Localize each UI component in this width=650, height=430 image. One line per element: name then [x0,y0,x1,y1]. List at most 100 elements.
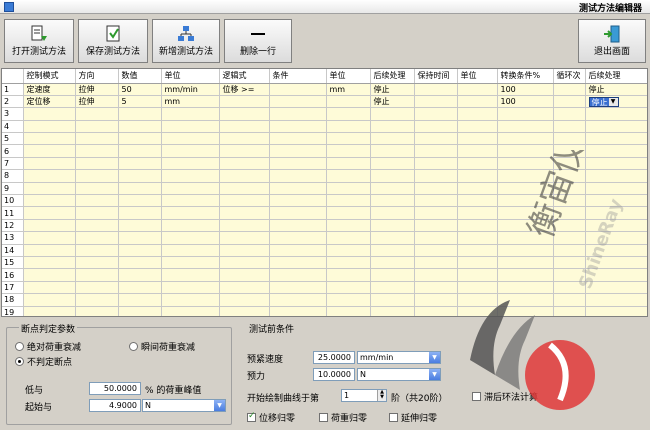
grid-cell[interactable] [161,194,220,208]
grid-cell[interactable] [23,219,76,233]
grid-cell[interactable] [118,120,162,134]
grid-cell[interactable] [553,244,586,257]
grid-cell[interactable] [326,256,371,270]
grid-cell[interactable] [219,219,270,233]
grid-cell[interactable] [118,219,162,233]
grid-cell[interactable] [118,281,162,295]
grid-cell[interactable] [585,293,647,307]
grid-cell[interactable] [553,219,586,233]
column-header[interactable]: 数值 [118,69,162,84]
grid-cell[interactable] [326,194,371,208]
grid-cell[interactable] [269,169,327,183]
grid-cell[interactable] [585,268,647,282]
grid-cell[interactable] [23,157,76,171]
grid-cell[interactable] [553,256,586,270]
hysteresis-loop-checkbox[interactable]: 滞后环法计算 [472,390,538,403]
grid-cell[interactable] [497,206,554,220]
grid-cell[interactable] [75,281,119,295]
grid-cell[interactable] [370,107,415,121]
grid-cell[interactable] [326,107,371,121]
grid-cell[interactable] [457,144,498,158]
grid-cell[interactable] [497,281,554,295]
grid-cell[interactable] [497,194,554,208]
grid-cell[interactable] [161,169,220,183]
grid-cell[interactable] [219,132,270,146]
grid-cell[interactable] [370,268,415,282]
grid-cell[interactable] [414,169,458,183]
grid-cell[interactable] [23,206,76,220]
grid-cell[interactable] [457,244,498,257]
column-header[interactable]: 条件 [269,69,327,84]
grid-cell[interactable] [269,219,327,233]
column-header[interactable]: 控制模式 [23,69,76,84]
preload-force-unit-select[interactable]: N ▼ [357,368,441,381]
grid-cell[interactable] [75,268,119,282]
grid-cell[interactable] [75,219,119,233]
grid-cell[interactable] [585,194,647,208]
table-row[interactable]: 16 [2,268,647,282]
grid-cell[interactable] [161,231,220,245]
grid-cell[interactable] [585,256,647,270]
grid-cell[interactable] [414,182,458,196]
grid-cell[interactable]: 停止 ▼ [585,95,647,109]
grid-cell[interactable] [585,281,647,295]
curve-start-spinner[interactable]: 1 ▲ ▼ [341,389,387,402]
grid-cell[interactable] [457,157,498,171]
grid-cell[interactable] [497,219,554,233]
grid-cell[interactable] [219,144,270,158]
grid-cell[interactable] [219,293,270,307]
table-row[interactable]: 17 [2,281,647,295]
grid-cell[interactable] [370,256,415,270]
grid-cell[interactable] [118,306,162,316]
grid-cell[interactable]: 5 [118,95,162,109]
table-row[interactable]: 18 [2,293,647,307]
grid-cell[interactable] [75,182,119,196]
grid-cell[interactable] [370,132,415,146]
grid-cell[interactable] [161,144,220,158]
grid-cell[interactable] [457,281,498,295]
grid-cell[interactable] [553,194,586,208]
grid-cell[interactable] [414,206,458,220]
grid-cell[interactable] [414,281,458,295]
grid-cell[interactable] [414,194,458,208]
test-steps-grid[interactable]: 控制模式 方向 数值 单位 逻辑式 条件 单位 后续处理 保持时间 单位 转换条… [1,68,648,317]
grid-cell[interactable] [75,157,119,171]
grid-cell[interactable] [457,268,498,282]
grid-cell[interactable] [457,219,498,233]
grid-cell[interactable]: mm [161,95,220,109]
grid-cell[interactable] [161,293,220,307]
grid-cell[interactable] [219,231,270,245]
spinner-arrows-icon[interactable]: ▲ ▼ [377,390,386,401]
dropdown-arrow-icon[interactable]: ▼ [214,400,225,411]
grid-cell[interactable] [370,144,415,158]
grid-cell[interactable] [23,144,76,158]
grid-cell[interactable] [269,182,327,196]
below-value-input[interactable]: 50.0000 [89,382,141,395]
grid-cell[interactable] [457,107,498,121]
grid-cell[interactable] [118,244,162,257]
grid-cell[interactable] [161,244,220,257]
start-unit-select[interactable]: N ▼ [142,399,226,412]
grid-cell[interactable] [161,256,220,270]
new-method-button[interactable]: 新增测试方法 [152,19,220,63]
grid-cell[interactable] [161,120,220,134]
table-row[interactable]: 14 [2,244,647,257]
dropdown-arrow-icon[interactable]: ▼ [429,352,440,363]
grid-cell[interactable] [585,107,647,121]
grid-cell[interactable]: mm [326,83,371,96]
grid-cell[interactable] [414,256,458,270]
grid-cell[interactable] [497,293,554,307]
grid-cell[interactable] [457,293,498,307]
grid-cell[interactable] [23,231,76,245]
grid-cell[interactable] [23,132,76,146]
grid-cell[interactable] [219,206,270,220]
grid-cell[interactable] [269,206,327,220]
grid-cell[interactable] [118,169,162,183]
grid-cell[interactable] [457,83,498,96]
grid-cell[interactable] [23,182,76,196]
grid-cell[interactable] [118,256,162,270]
table-row[interactable]: 19 [2,306,647,316]
column-header[interactable]: 单位 [161,69,220,84]
table-row[interactable]: 3 [2,107,647,121]
grid-cell[interactable] [414,83,458,96]
